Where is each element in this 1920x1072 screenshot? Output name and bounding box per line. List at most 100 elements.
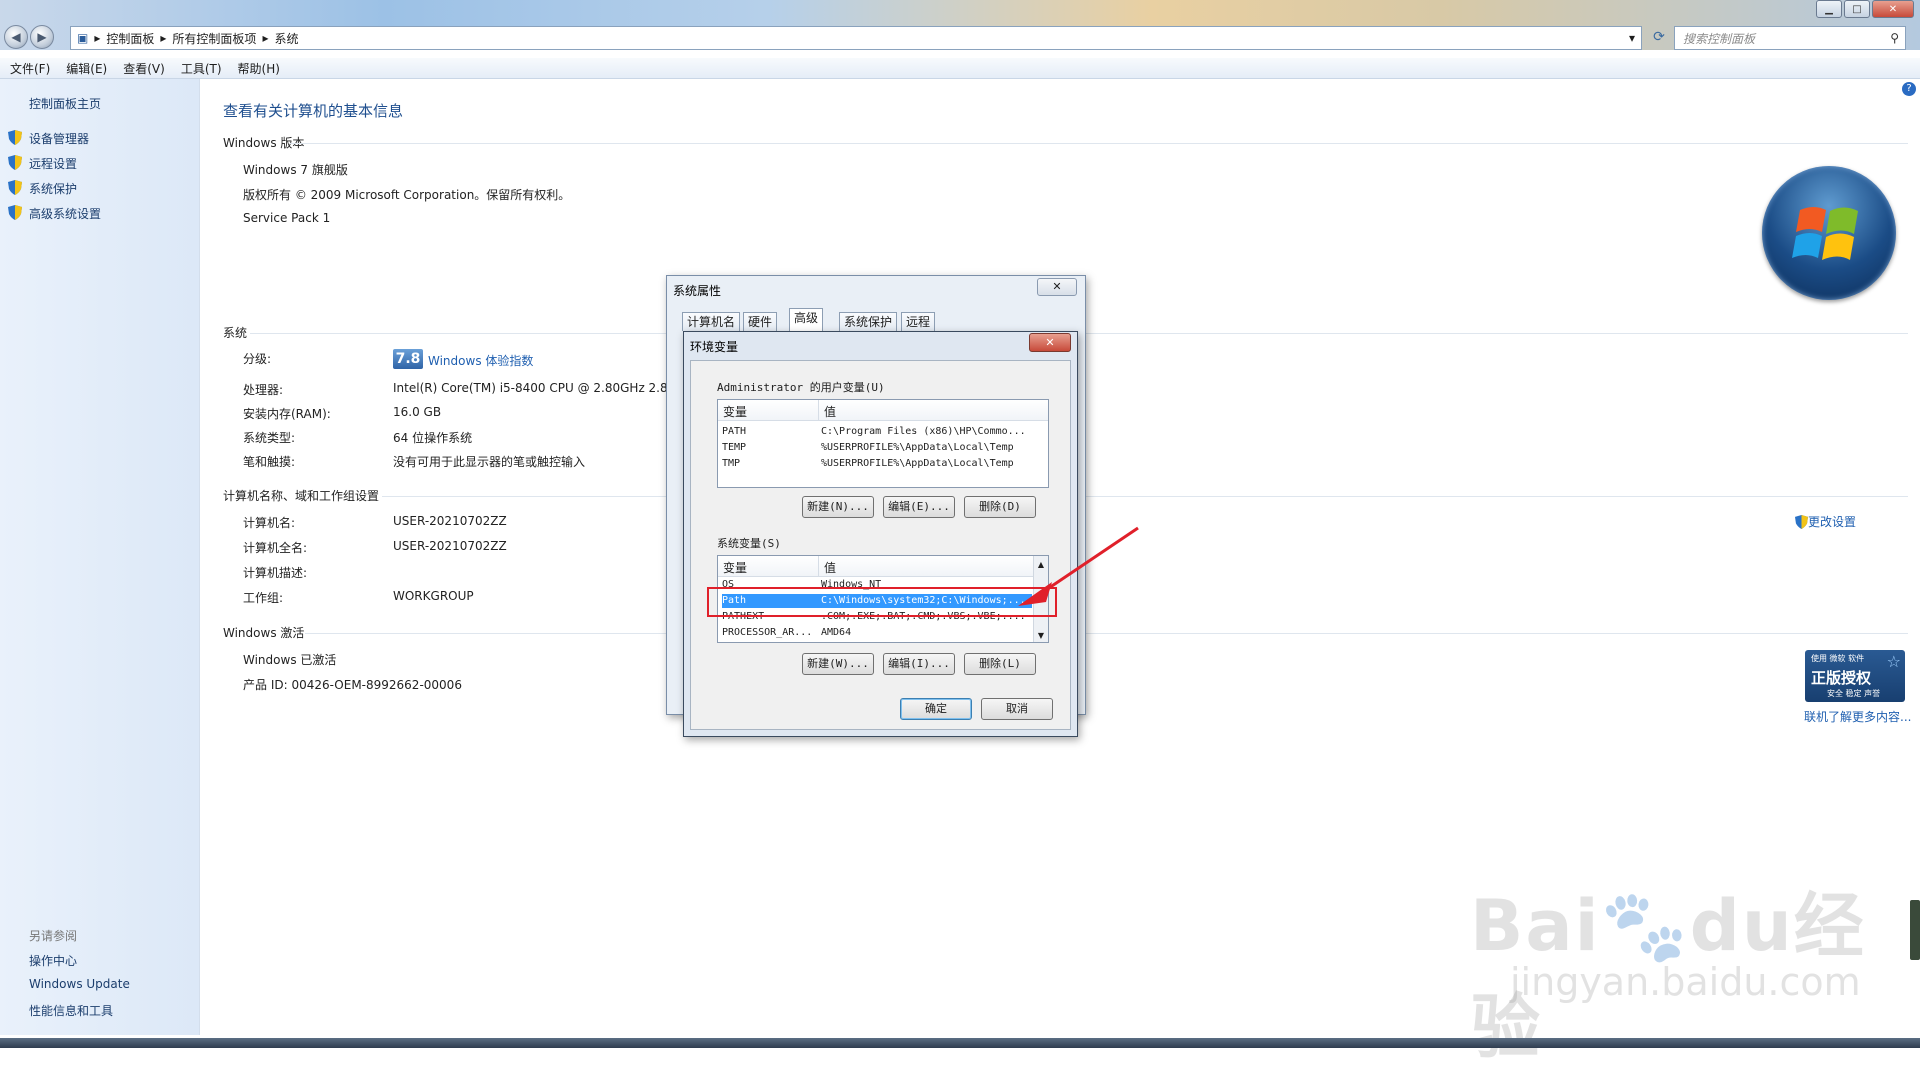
ram-label: 安装内存(RAM):: [243, 407, 331, 421]
col-variable[interactable]: 变量: [723, 403, 747, 420]
tab-advanced[interactable]: 高级: [789, 308, 824, 331]
refresh-icon[interactable]: ⟳: [1648, 26, 1670, 48]
user-edit-button[interactable]: 编辑(E)...: [883, 496, 955, 518]
table-row[interactable]: TMP %USERPROFILE%\AppData\Local\Temp: [722, 457, 1042, 471]
col-value[interactable]: 值: [824, 559, 836, 576]
shield-icon: [8, 130, 22, 145]
control-panel-icon: ▣: [77, 31, 89, 45]
watermark-brand-2: du: [1689, 885, 1794, 967]
copyright-text: 版权所有 © 2009 Microsoft Corporation。保留所有权利…: [243, 188, 571, 202]
user-new-button[interactable]: 新建(N)...: [802, 496, 874, 518]
taskbar: [0, 1038, 1920, 1048]
device-manager-link[interactable]: 设备管理器: [29, 130, 89, 147]
table-row[interactable]: TEMP %USERPROFILE%\AppData\Local\Temp: [722, 441, 1042, 455]
side-scroll-handle[interactable]: [1910, 900, 1920, 960]
tab-remote[interactable]: 远程: [901, 312, 936, 331]
table-row[interactable]: PATH C:\Program Files (x86)\HP\Commo...: [722, 425, 1042, 439]
breadcrumb-item[interactable]: 控制面板: [106, 30, 154, 47]
description-label: 计算机描述:: [243, 566, 308, 580]
computer-name-label: 计算机名:: [243, 516, 296, 530]
processor-label: 处理器:: [243, 383, 284, 397]
left-pane: 控制面板主页 设备管理器 远程设置 系统保护 高级系统设置 另请参阅 操作中心 …: [0, 79, 200, 1035]
search-input[interactable]: 搜索控制面板 ⚲: [1674, 26, 1906, 50]
minimize-button[interactable]: ▁: [1816, 0, 1842, 18]
maximize-button[interactable]: □: [1844, 0, 1870, 18]
windows-update-link[interactable]: Windows Update: [29, 977, 130, 991]
change-settings-link[interactable]: 更改设置: [1795, 513, 1856, 530]
genuine-main: 正版授权: [1811, 669, 1872, 687]
ok-button[interactable]: 确定: [900, 698, 972, 720]
see-also-heading: 另请参阅: [29, 929, 78, 943]
system-delete-button[interactable]: 删除(L): [964, 653, 1036, 675]
system-type-label: 系统类型:: [243, 431, 296, 445]
system-edit-button[interactable]: 编辑(I)...: [883, 653, 955, 675]
user-delete-button[interactable]: 删除(D): [964, 496, 1036, 518]
service-pack: Service Pack 1: [243, 211, 331, 225]
performance-tools-link[interactable]: 性能信息和工具: [29, 1002, 113, 1019]
full-name-value: USER-20210702ZZ: [393, 539, 507, 553]
envvars-close-button[interactable]: ✕: [1029, 333, 1071, 352]
search-icon[interactable]: ⚲: [1890, 31, 1899, 45]
close-button[interactable]: ✕: [1872, 0, 1914, 18]
experience-index-badge[interactable]: 7.8: [393, 349, 423, 369]
advanced-settings-link[interactable]: 高级系统设置: [29, 205, 101, 222]
genuine-sub: 安全 稳定 声誉: [1827, 689, 1881, 698]
system-type-value: 64 位操作系统: [393, 431, 473, 445]
action-center-link[interactable]: 操作中心: [29, 952, 77, 969]
user-vars-label: Administrator 的用户变量(U): [717, 381, 885, 394]
tab-computer-name[interactable]: 计算机名: [682, 312, 741, 331]
window-controls: ▁ □ ✕: [1816, 0, 1916, 18]
change-settings-label: 更改设置: [1808, 515, 1857, 529]
shield-icon: [1795, 514, 1808, 529]
forward-button[interactable]: ▶: [30, 25, 54, 49]
computer-name-value: USER-20210702ZZ: [393, 514, 507, 528]
rating-label: 分级:: [243, 352, 272, 366]
edition-value: Windows 7 旗舰版: [243, 163, 348, 177]
watermark-brand: Bai: [1470, 885, 1601, 967]
system-protection-link[interactable]: 系统保护: [29, 180, 77, 197]
pen-touch-value: 没有可用于此显示器的笔或触控输入: [393, 455, 586, 469]
cancel-button[interactable]: 取消: [981, 698, 1053, 720]
system-new-button[interactable]: 新建(W)...: [802, 653, 874, 675]
scroll-down-icon[interactable]: ▼: [1034, 631, 1048, 640]
system-properties-title: 系统属性: [673, 284, 722, 298]
paw-icon: 🐾: [1600, 885, 1690, 967]
col-value[interactable]: 值: [824, 403, 836, 420]
system-vars-label: 系统变量(S): [717, 537, 781, 550]
experience-index-link[interactable]: Windows 体验指数: [428, 352, 533, 369]
genuine-badge[interactable]: 使用 微软 软件 正版授权 安全 稳定 声誉 ☆: [1805, 650, 1905, 702]
address-dropdown-icon[interactable]: ▾: [1629, 31, 1635, 45]
section-system: 系统: [223, 326, 248, 340]
genuine-top: 使用 微软 软件: [1811, 654, 1865, 663]
workgroup-value: WORKGROUP: [393, 589, 474, 603]
learn-more-link[interactable]: 联机了解更多内容...: [1804, 708, 1911, 725]
menu-file[interactable]: 文件(F): [10, 60, 50, 77]
menu-view[interactable]: 查看(V): [123, 60, 165, 77]
shield-icon: [8, 205, 22, 220]
breadcrumb-item[interactable]: 所有控制面板项: [172, 30, 256, 47]
remote-settings-link[interactable]: 远程设置: [29, 155, 77, 172]
section-activation: Windows 激活: [223, 626, 305, 640]
tab-system-protection[interactable]: 系统保护: [839, 312, 898, 331]
product-id: 产品 ID: 00426-OEM-8992662-00006: [243, 678, 462, 692]
breadcrumb-item[interactable]: 系统: [274, 30, 298, 47]
menu-edit[interactable]: 编辑(E): [66, 60, 107, 77]
sysprops-close-button[interactable]: ✕: [1037, 278, 1077, 296]
control-panel-home-link[interactable]: 控制面板主页: [29, 95, 101, 112]
help-icon[interactable]: ?: [1902, 82, 1916, 96]
shield-icon: [8, 155, 22, 170]
col-variable[interactable]: 变量: [723, 559, 747, 576]
tab-hardware[interactable]: 硬件: [743, 312, 778, 331]
table-row[interactable]: PROCESSOR_AR... AMD64: [722, 626, 1032, 640]
menu-tools[interactable]: 工具(T): [181, 60, 222, 77]
star-icon: ☆: [1886, 652, 1901, 671]
back-button[interactable]: ◀: [4, 25, 28, 49]
menu-help[interactable]: 帮助(H): [238, 60, 280, 77]
ram-value: 16.0 GB: [393, 405, 442, 419]
windows-logo-icon: [1762, 166, 1896, 300]
user-vars-list[interactable]: 变量 值 PATH C:\Program Files (x86)\HP\Comm…: [717, 399, 1049, 488]
address-bar[interactable]: ▣ ▸ 控制面板 ▸ 所有控制面板项 ▸ 系统 ▾: [70, 26, 1642, 50]
processor-value: Intel(R) Core(TM) i5-8400 CPU @ 2.80GHz …: [393, 381, 668, 395]
annotation-highlight-box: [707, 587, 1057, 617]
annotation-arrow-icon: [1018, 526, 1139, 606]
